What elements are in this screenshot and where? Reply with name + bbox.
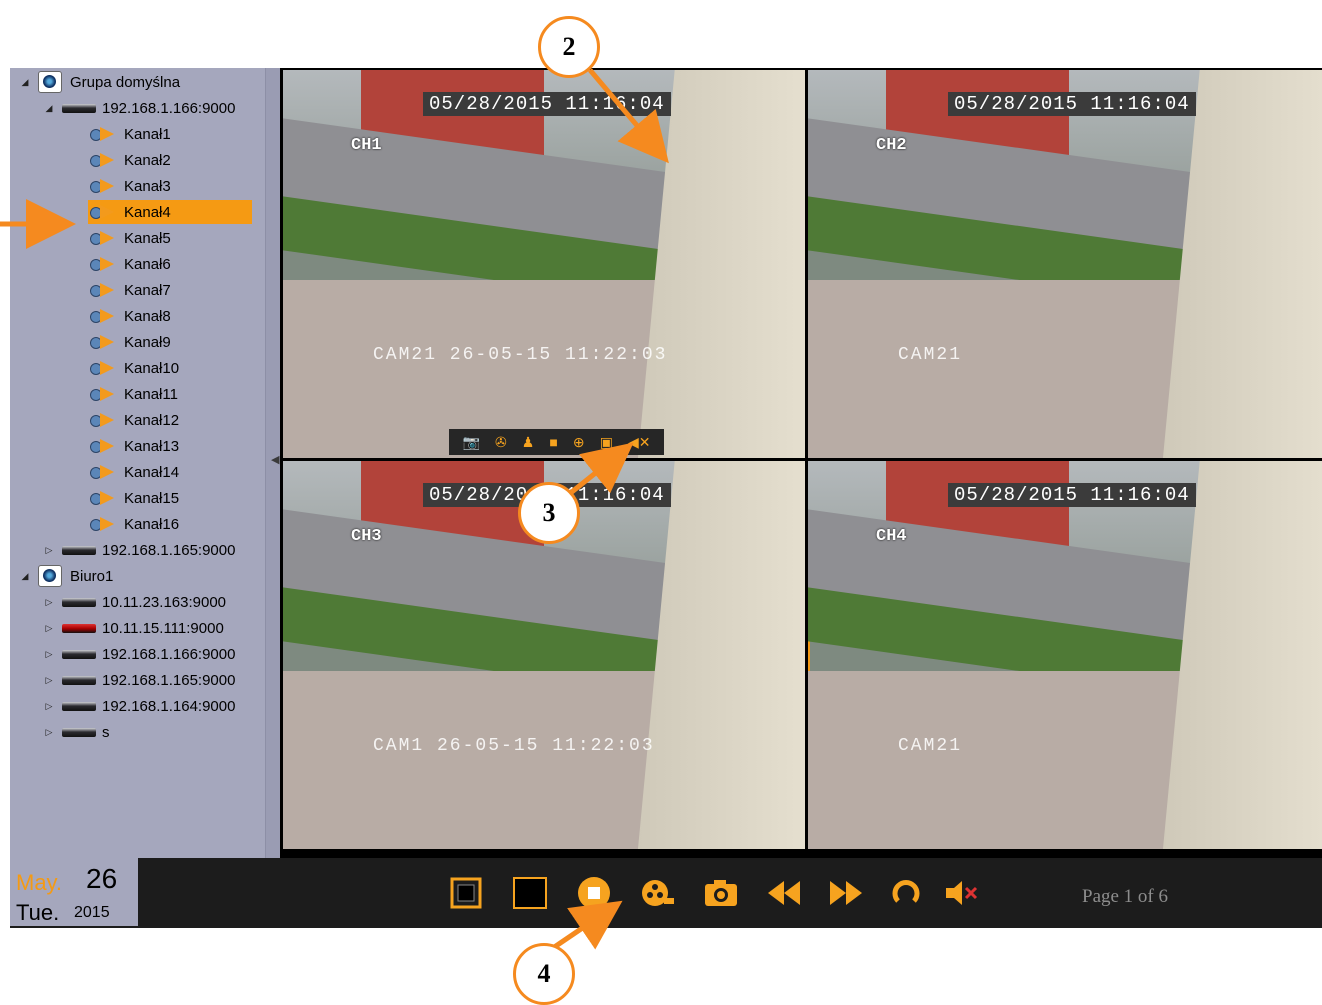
arrow-2 <box>588 68 669 164</box>
callout-4: 4 <box>513 943 575 1005</box>
arrow-3 <box>566 442 634 497</box>
arrow-4 <box>548 900 623 953</box>
callout-3: 3 <box>518 482 580 544</box>
callout-2: 2 <box>538 16 600 78</box>
annotation-arrows <box>0 68 669 953</box>
